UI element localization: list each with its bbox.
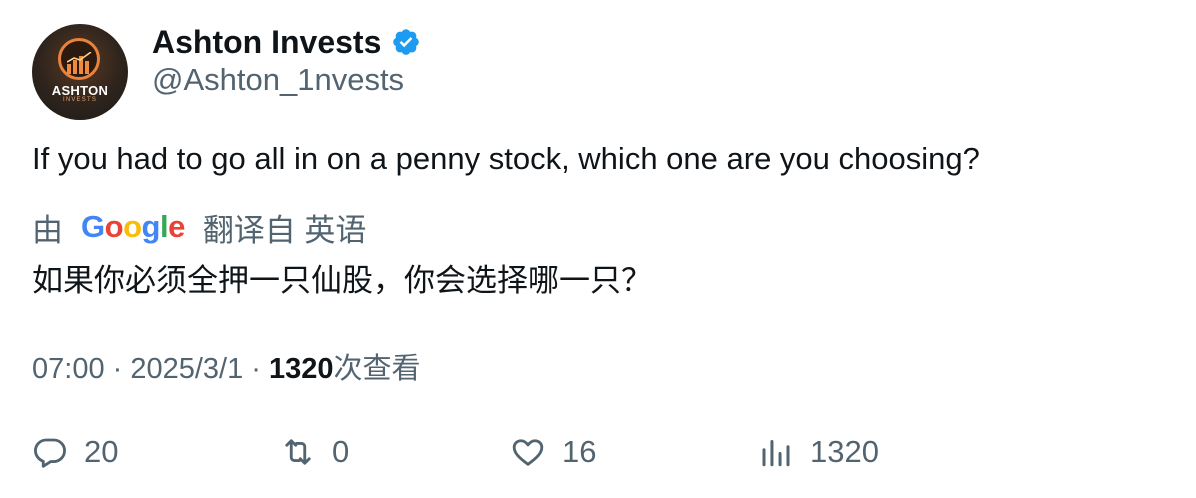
author-handle[interactable]: @Ashton_1nvests xyxy=(152,62,404,98)
google-logo-letter: l xyxy=(159,209,169,244)
repost-button[interactable]: 0 xyxy=(280,430,349,474)
reply-icon xyxy=(34,438,66,468)
verified-badge-icon[interactable] xyxy=(391,27,421,57)
translated-tweet-text: 如果你必须全押一只仙股，你会选择哪一只？ xyxy=(32,263,652,298)
avatar[interactable]: ASHTON INVESTS xyxy=(32,24,128,120)
meta-separator: · xyxy=(243,353,270,385)
google-logo-letter: G xyxy=(81,209,105,244)
views-button[interactable]: 1320 xyxy=(758,430,879,474)
analytics-icon xyxy=(762,440,790,467)
reply-count: 20 xyxy=(84,434,119,469)
google-logo-letter: o xyxy=(104,209,124,244)
views-count: 1320 xyxy=(269,353,334,385)
repost-icon xyxy=(285,439,311,465)
views-action-count: 1320 xyxy=(810,434,879,469)
tweet-date[interactable]: 2025/3/1 xyxy=(130,353,243,385)
google-logo-letter: g xyxy=(141,209,161,244)
avatar-brand-text: ASHTON xyxy=(51,83,109,98)
translation-prefix: 由 xyxy=(32,212,63,248)
meta-separator: · xyxy=(104,353,131,385)
google-logo: Google xyxy=(81,209,185,245)
like-count: 16 xyxy=(562,434,597,469)
author-display-name[interactable]: Ashton Invests xyxy=(152,24,381,61)
translation-label: 翻译自 英语 xyxy=(202,212,367,248)
tweet-text: If you had to go all in on a penny stock… xyxy=(32,141,980,176)
heart-icon xyxy=(512,439,544,466)
google-logo-letter: o xyxy=(123,209,142,244)
like-button[interactable]: 16 xyxy=(510,430,596,474)
tweet-metadata: 07:00 · 2025/3/1 · 1320次查看 xyxy=(32,345,421,387)
views-label: 次查看 xyxy=(333,353,421,385)
avatar-sub-text: INVESTS xyxy=(62,97,98,103)
google-logo-letter: e xyxy=(168,209,185,244)
chart-bars-icon xyxy=(67,52,92,74)
translation-attribution[interactable]: 由 Google 翻译自 英语 xyxy=(32,205,366,249)
author-name-row: Ashton Invests xyxy=(152,22,421,62)
reply-button[interactable]: 20 xyxy=(32,430,118,474)
tweet-time[interactable]: 07:00 xyxy=(32,353,105,385)
repost-count: 0 xyxy=(332,434,350,469)
